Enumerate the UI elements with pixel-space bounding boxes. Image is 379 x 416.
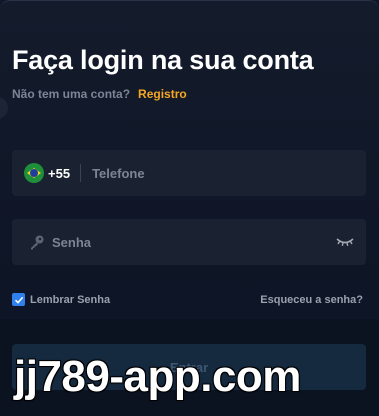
key-icon <box>31 235 44 250</box>
password-field[interactable] <box>12 219 366 265</box>
checkmark-icon <box>14 296 23 304</box>
register-prompt: Não tem uma conta? Registro <box>12 87 187 101</box>
page-title: Faça login na sua conta <box>12 45 314 75</box>
phone-field[interactable]: +55 <box>12 150 366 196</box>
remember-checkbox[interactable] <box>12 293 25 306</box>
field-divider <box>80 164 82 182</box>
forgot-password-link[interactable]: Esqueceu a senha? <box>260 294 363 306</box>
phone-input[interactable] <box>92 165 366 181</box>
panel-side-decoration <box>0 97 8 119</box>
password-input[interactable] <box>52 234 336 250</box>
register-link[interactable]: Registro <box>138 87 187 101</box>
country-code[interactable]: +55 <box>48 166 70 181</box>
login-button[interactable]: Entrar <box>12 344 366 390</box>
eye-closed-icon[interactable] <box>336 236 354 248</box>
remember-password-toggle[interactable]: Lembrar Senha <box>12 293 110 306</box>
remember-label: Lembrar Senha <box>30 293 111 306</box>
no-account-text: Não tem uma conta? <box>12 87 131 101</box>
login-panel: Faça login na sua conta Não tem uma cont… <box>0 0 379 416</box>
brazil-flag-icon[interactable] <box>24 163 44 183</box>
